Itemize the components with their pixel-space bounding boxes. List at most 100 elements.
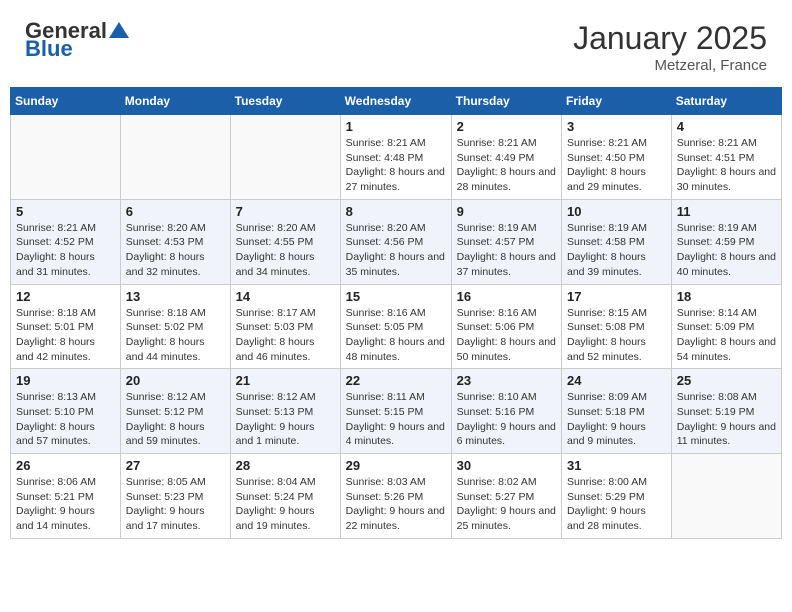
day-number: 25 [677,373,776,388]
calendar-day-cell: 16Sunrise: 8:16 AM Sunset: 5:06 PM Dayli… [451,284,561,369]
day-info: Sunrise: 8:18 AM Sunset: 5:02 PM Dayligh… [126,306,225,365]
day-number: 12 [16,289,115,304]
day-number: 3 [567,119,666,134]
weekday-header: Wednesday [340,88,451,115]
calendar-day-cell [120,115,230,200]
calendar-day-cell [671,454,781,539]
calendar-day-cell: 2 Sunrise: 8:21 AM Sunset: 4:49 PM Daylig… [451,115,561,200]
calendar-day-cell: 10 Sunrise: 8:19 AM Sunset: 4:58 PM Dayli… [562,199,672,284]
day-number: 2 [457,119,556,134]
day-info: Sunrise: 8:03 AM Sunset: 5:26 PM Dayligh… [346,475,446,534]
calendar-day-cell: 18Sunrise: 8:14 AM Sunset: 5:09 PM Dayli… [671,284,781,369]
day-number: 8 [346,204,446,219]
day-info: Sunrise: 8:17 AM Sunset: 5:03 PM Dayligh… [236,306,335,365]
logo: General Blue [25,20,129,60]
day-number: 23 [457,373,556,388]
calendar-day-cell: 12Sunrise: 8:18 AM Sunset: 5:01 PM Dayli… [11,284,121,369]
day-number: 22 [346,373,446,388]
calendar-day-cell: 17 Sunrise: 8:15 AM Sunset: 5:08 PM Dayli… [562,284,672,369]
calendar-day-cell: 23 Sunrise: 8:10 AM Sunset: 5:16 PM Dayli… [451,369,561,454]
calendar-day-cell: 20 Sunrise: 8:12 AM Sunset: 5:12 PM Dayli… [120,369,230,454]
day-info: Sunrise: 8:16 AM Sunset: 5:05 PM Dayligh… [346,306,446,365]
day-number: 20 [126,373,225,388]
day-number: 31 [567,458,666,473]
day-info: Sunrise: 8:21 AM Sunset: 4:49 PM Dayligh… [457,136,556,195]
logo-icon [109,22,129,38]
calendar-day-cell: 4 Sunrise: 8:21 AM Sunset: 4:51 PM Daylig… [671,115,781,200]
calendar-day-cell: 3 Sunrise: 8:21 AM Sunset: 4:50 PM Daylig… [562,115,672,200]
day-number: 10 [567,204,666,219]
calendar-day-cell: 26Sunrise: 8:06 AM Sunset: 5:21 PM Dayli… [11,454,121,539]
day-info: Sunrise: 8:04 AM Sunset: 5:24 PM Dayligh… [236,475,335,534]
calendar-day-cell: 5 Sunrise: 8:21 AM Sunset: 4:52 PM Daylig… [11,199,121,284]
calendar-week-row: 19 Sunrise: 8:13 AM Sunset: 5:10 PM Dayli… [11,369,782,454]
day-number: 7 [236,204,335,219]
day-info: Sunrise: 8:20 AM Sunset: 4:55 PM Dayligh… [236,221,335,280]
calendar-day-cell: 11Sunrise: 8:19 AM Sunset: 4:59 PM Dayli… [671,199,781,284]
calendar-week-row: 26Sunrise: 8:06 AM Sunset: 5:21 PM Dayli… [11,454,782,539]
day-number: 14 [236,289,335,304]
day-number: 28 [236,458,335,473]
calendar-day-cell: 6Sunrise: 8:20 AM Sunset: 4:53 PM Daylig… [120,199,230,284]
logo-blue: Blue [25,38,73,60]
day-info: Sunrise: 8:09 AM Sunset: 5:18 PM Dayligh… [567,390,666,449]
day-info: Sunrise: 8:02 AM Sunset: 5:27 PM Dayligh… [457,475,556,534]
day-info: Sunrise: 8:11 AM Sunset: 5:15 PM Dayligh… [346,390,446,449]
day-number: 30 [457,458,556,473]
day-info: Sunrise: 8:21 AM Sunset: 4:48 PM Dayligh… [346,136,446,195]
day-info: Sunrise: 8:12 AM Sunset: 5:13 PM Dayligh… [236,390,335,449]
calendar-day-cell: 8 Sunrise: 8:20 AM Sunset: 4:56 PM Daylig… [340,199,451,284]
day-info: Sunrise: 8:21 AM Sunset: 4:50 PM Dayligh… [567,136,666,195]
day-info: Sunrise: 8:21 AM Sunset: 4:52 PM Dayligh… [16,221,115,280]
calendar-week-row: 12Sunrise: 8:18 AM Sunset: 5:01 PM Dayli… [11,284,782,369]
day-number: 1 [346,119,446,134]
calendar-week-row: 1 Sunrise: 8:21 AM Sunset: 4:48 PM Daylig… [11,115,782,200]
calendar-day-cell: 15 Sunrise: 8:16 AM Sunset: 5:05 PM Dayli… [340,284,451,369]
calendar-table: SundayMondayTuesdayWednesdayThursdayFrid… [10,87,782,539]
calendar-day-cell: 24Sunrise: 8:09 AM Sunset: 5:18 PM Dayli… [562,369,672,454]
location: Metzeral, France [573,57,767,74]
day-info: Sunrise: 8:19 AM Sunset: 4:58 PM Dayligh… [567,221,666,280]
weekday-header: Thursday [451,88,561,115]
day-info: Sunrise: 8:20 AM Sunset: 4:56 PM Dayligh… [346,221,446,280]
day-info: Sunrise: 8:15 AM Sunset: 5:08 PM Dayligh… [567,306,666,365]
day-number: 21 [236,373,335,388]
calendar-week-row: 5 Sunrise: 8:21 AM Sunset: 4:52 PM Daylig… [11,199,782,284]
title-block: January 2025 Metzeral, France [573,20,767,74]
day-info: Sunrise: 8:00 AM Sunset: 5:29 PM Dayligh… [567,475,666,534]
weekday-header: Saturday [671,88,781,115]
day-info: Sunrise: 8:05 AM Sunset: 5:23 PM Dayligh… [126,475,225,534]
calendar-day-cell: 19 Sunrise: 8:13 AM Sunset: 5:10 PM Dayli… [11,369,121,454]
day-info: Sunrise: 8:16 AM Sunset: 5:06 PM Dayligh… [457,306,556,365]
day-info: Sunrise: 8:08 AM Sunset: 5:19 PM Dayligh… [677,390,776,449]
day-info: Sunrise: 8:21 AM Sunset: 4:51 PM Dayligh… [677,136,776,195]
day-number: 17 [567,289,666,304]
day-number: 29 [346,458,446,473]
day-info: Sunrise: 8:10 AM Sunset: 5:16 PM Dayligh… [457,390,556,449]
calendar-day-cell: 27 Sunrise: 8:05 AM Sunset: 5:23 PM Dayli… [120,454,230,539]
day-number: 27 [126,458,225,473]
weekday-header: Sunday [11,88,121,115]
day-number: 13 [126,289,225,304]
calendar-day-cell [11,115,121,200]
page-header: General Blue January 2025 Metzeral, Fran… [10,10,782,79]
day-number: 4 [677,119,776,134]
calendar-day-cell: 21 Sunrise: 8:12 AM Sunset: 5:13 PM Dayli… [230,369,340,454]
day-info: Sunrise: 8:13 AM Sunset: 5:10 PM Dayligh… [16,390,115,449]
day-number: 11 [677,204,776,219]
day-number: 19 [16,373,115,388]
weekday-header: Tuesday [230,88,340,115]
calendar-day-cell: 1 Sunrise: 8:21 AM Sunset: 4:48 PM Daylig… [340,115,451,200]
weekday-header: Monday [120,88,230,115]
day-info: Sunrise: 8:12 AM Sunset: 5:12 PM Dayligh… [126,390,225,449]
calendar-day-cell: 28 Sunrise: 8:04 AM Sunset: 5:24 PM Dayli… [230,454,340,539]
day-number: 6 [126,204,225,219]
day-number: 15 [346,289,446,304]
day-number: 5 [16,204,115,219]
calendar-header-row: SundayMondayTuesdayWednesdayThursdayFrid… [11,88,782,115]
day-info: Sunrise: 8:14 AM Sunset: 5:09 PM Dayligh… [677,306,776,365]
calendar-day-cell: 7 Sunrise: 8:20 AM Sunset: 4:55 PM Daylig… [230,199,340,284]
calendar-day-cell [230,115,340,200]
calendar-day-cell: 30 Sunrise: 8:02 AM Sunset: 5:27 PM Dayli… [451,454,561,539]
calendar-day-cell: 25 Sunrise: 8:08 AM Sunset: 5:19 PM Dayli… [671,369,781,454]
